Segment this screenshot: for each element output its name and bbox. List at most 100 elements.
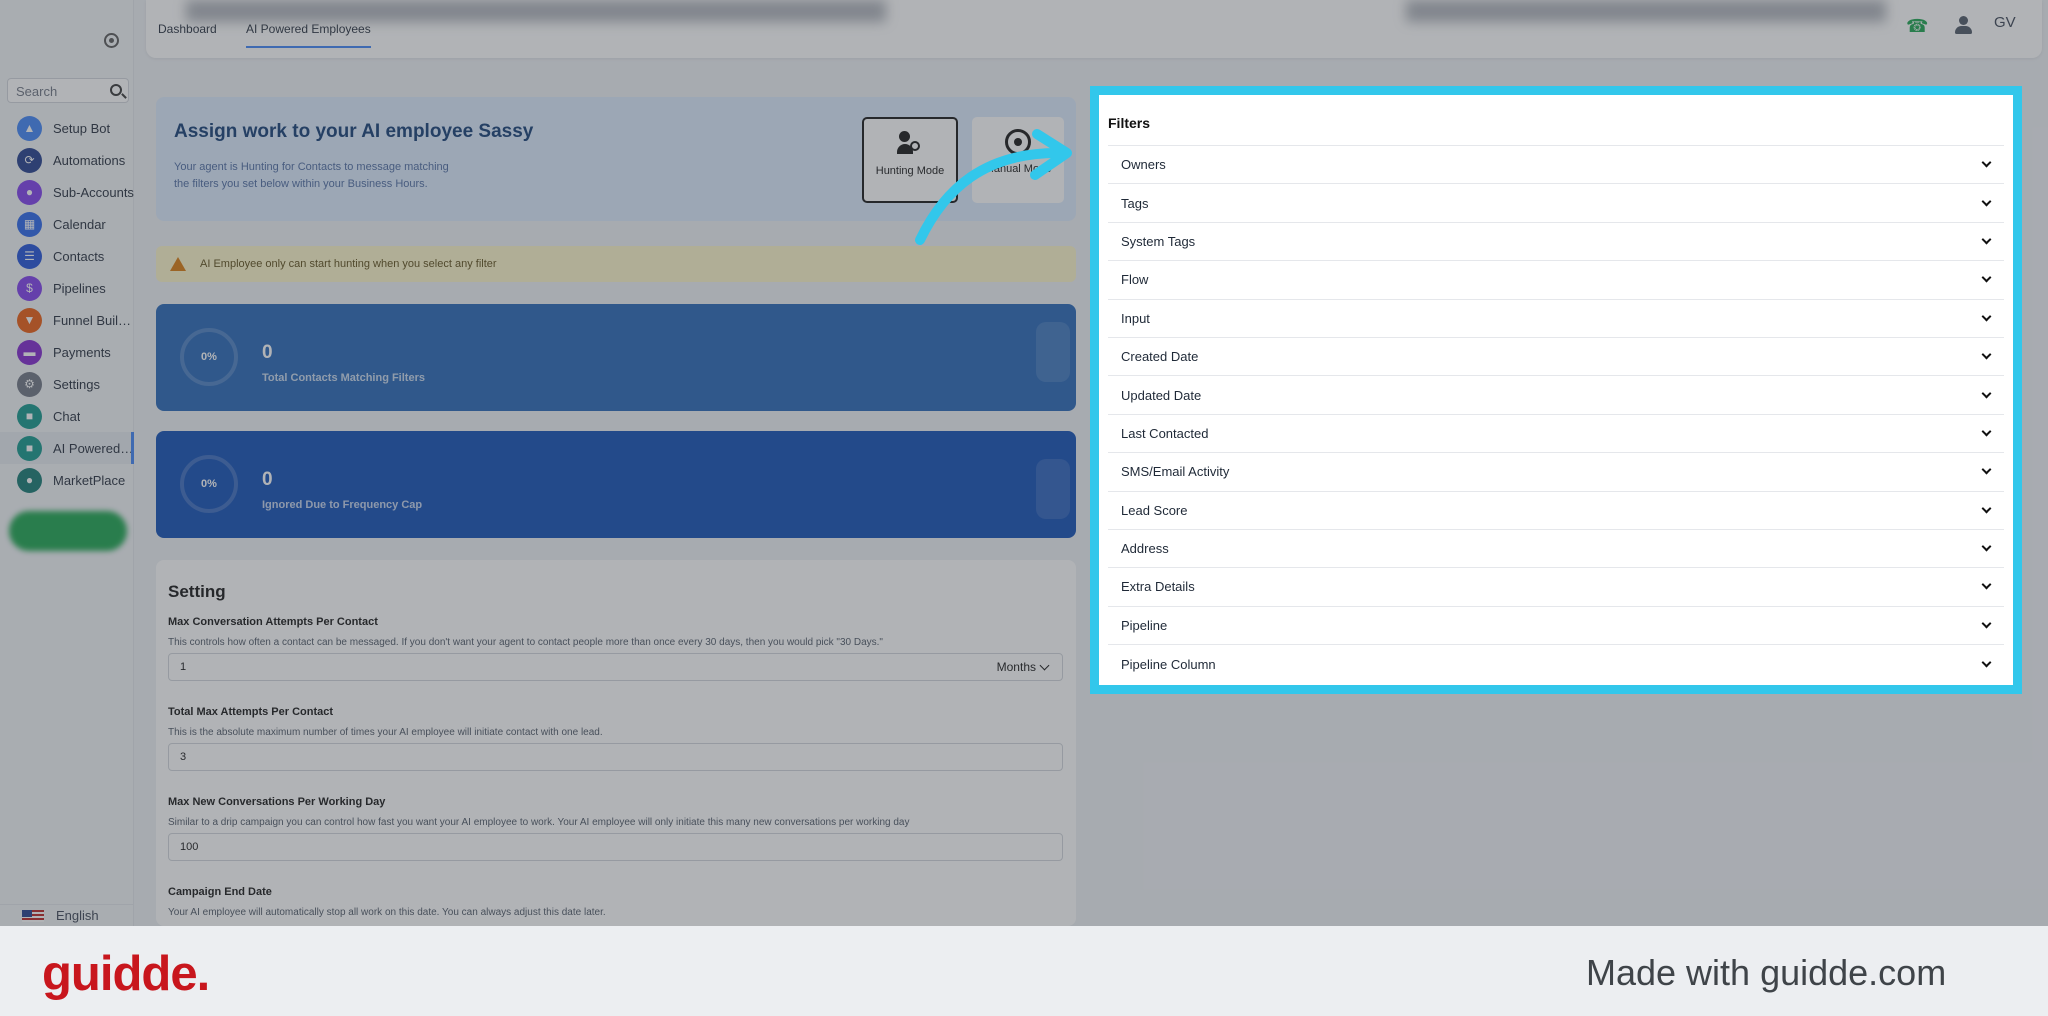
chevron-down-icon [1981, 503, 1992, 514]
sidebar-item-label: Automations [53, 152, 126, 168]
filter-extra-details[interactable]: Extra Details [1108, 568, 2004, 607]
user-icon[interactable] [1954, 16, 1972, 34]
sidebar-item-label: Funnel Builder [53, 312, 134, 328]
total-max-attempts-input[interactable]: 3 [168, 743, 1063, 771]
filter-label: Owners [1121, 157, 1166, 173]
assign-description: Your agent is Hunting for Contacts to me… [174, 159, 474, 193]
max-attempts-input[interactable]: 1 Months [168, 653, 1063, 681]
sidebar-item-automations[interactable]: ⟳ Automations [0, 144, 134, 176]
filter-lead-score[interactable]: Lead Score [1108, 492, 2004, 530]
tab-ai-powered-employees[interactable]: AI Powered Employees [246, 22, 371, 48]
footer-bar: guidde. Made with guidde.com [0, 926, 2048, 1016]
sidebar-item-calendar[interactable]: ▦ Calendar [0, 208, 134, 240]
filter-label: Pipeline [1121, 617, 1168, 633]
language-label: English [56, 908, 99, 923]
filter-last-contacted[interactable]: Last Contacted [1108, 415, 2004, 454]
field-label: Max New Conversations Per Working Day [168, 796, 386, 808]
sidebar-item-ai-powered-employees[interactable]: ■ AI Powered Employees [0, 432, 134, 464]
sidebar-item-label: Chat [53, 408, 81, 424]
percent-ring: 0% [180, 328, 238, 386]
chevron-down-icon [1981, 388, 1992, 398]
filter-updated-date[interactable]: Updated Date [1108, 376, 2004, 415]
guidde-logo: guidde. [42, 947, 210, 1001]
filter-pipeline[interactable]: Pipeline [1108, 607, 2004, 646]
search-icon[interactable] [110, 84, 122, 96]
assign-title: Assign work to your AI employee Sassy [174, 121, 534, 142]
field-help: Similar to a drip campaign you can contr… [168, 817, 910, 828]
filter-label: Created Date [1121, 349, 1199, 365]
sidebar-nav: ▲ Setup Bot ⟳ Automations ● Sub-Accounts… [0, 112, 134, 496]
filters-title: Filters [1108, 115, 1151, 131]
chat-icon: ■ [17, 403, 42, 429]
sidebar-item-label: Pipelines [53, 280, 106, 296]
automation-icon: ⟳ [17, 147, 42, 173]
months-select[interactable]: Months [997, 660, 1050, 674]
sidebar-item-label: Sub-Accounts [53, 184, 134, 200]
filter-flow[interactable]: Flow [1108, 261, 2004, 300]
filter-tags[interactable]: Tags [1108, 184, 2004, 223]
funnel-icon: ▼ [17, 307, 42, 333]
filter-label: Extra Details [1121, 579, 1195, 595]
sidebar-item-setup-bot[interactable]: ▲ Setup Bot [0, 112, 134, 144]
filter-address[interactable]: Address [1108, 530, 2004, 569]
chevron-down-icon [1981, 157, 1992, 168]
stat-card-ignored: 0% 0 Ignored Due to Frequency Cap [156, 431, 1076, 538]
sidebar-item-sub-accounts[interactable]: ● Sub-Accounts [0, 176, 134, 208]
filters-list: Owners Tags System Tags Flow Input Creat… [1108, 145, 2004, 683]
input-value: 3 [180, 751, 187, 763]
sidebar-item-label: Calendar [53, 216, 106, 232]
sidebar-search-input[interactable]: Search [7, 78, 129, 103]
avatar[interactable]: GV [1994, 14, 2022, 38]
input-value: 1 [180, 661, 187, 673]
filter-pipeline-column[interactable]: Pipeline Column [1108, 645, 2004, 683]
chevron-down-icon [1981, 657, 1992, 668]
sidebar-item-label: Payments [53, 344, 111, 360]
chevron-down-icon [1981, 349, 1992, 360]
chevron-down-icon [1039, 660, 1050, 671]
sidebar: Search ▲ Setup Bot ⟳ Automations ● Sub-A… [0, 0, 134, 926]
field-help: This controls how often a contact can be… [168, 637, 883, 648]
filter-created-date[interactable]: Created Date [1108, 338, 2004, 377]
ai-chat-icon: ■ [17, 435, 42, 461]
setting-title: Setting [168, 582, 226, 601]
warning-text: AI Employee only can start hunting when … [200, 258, 497, 270]
sidebar-item-settings[interactable]: ⚙ Settings [0, 368, 134, 400]
chevron-down-icon [1981, 311, 1992, 322]
filter-system-tags[interactable]: System Tags [1108, 223, 2004, 262]
sidebar-item-label: AI Powered Employees [53, 440, 134, 456]
card-icon: ▬ [17, 339, 42, 365]
filter-label: Updated Date [1121, 387, 1202, 403]
sidebar-item-payments[interactable]: ▬ Payments [0, 336, 134, 368]
filters-panel: Filters Owners Tags System Tags Flow Inp… [1090, 86, 2022, 694]
stat-card-matching: 0% 0 Total Contacts Matching Filters [156, 304, 1076, 411]
blurred-region [1406, 0, 1886, 22]
sidebar-item-pipelines[interactable]: $ Pipelines [0, 272, 134, 304]
sidebar-item-funnel-builder[interactable]: ▼ Funnel Builder [0, 304, 134, 336]
filter-label: Address [1121, 541, 1169, 557]
chevron-down-icon [1981, 541, 1992, 552]
tab-dashboard[interactable]: Dashboard [158, 22, 217, 36]
chevron-down-icon [1981, 464, 1992, 475]
dollar-icon: $ [17, 275, 42, 301]
language-selector[interactable]: English [0, 904, 134, 926]
max-new-conversations-input[interactable]: 100 [168, 833, 1063, 861]
phone-icon[interactable]: ☎ [1906, 17, 1928, 35]
field-help: This is the absolute maximum number of t… [168, 727, 603, 738]
radio-target-icon[interactable] [104, 33, 119, 48]
filter-label: Tags [1121, 195, 1149, 211]
filter-label: SMS/Email Activity [1121, 464, 1230, 480]
filter-owners[interactable]: Owners [1108, 146, 2004, 185]
stat-label: Ignored Due to Frequency Cap [262, 499, 423, 511]
sidebar-item-contacts[interactable]: ☰ Contacts [0, 240, 134, 272]
blurred-action-button[interactable] [9, 511, 127, 551]
filter-label: Input [1121, 310, 1150, 326]
decorative-shape [1036, 459, 1070, 519]
filter-input[interactable]: Input [1108, 300, 2004, 338]
filter-sms-email-activity[interactable]: SMS/Email Activity [1108, 453, 2004, 492]
setting-card: Setting Max Conversation Attempts Per Co… [156, 560, 1076, 926]
top-bar: Dashboard AI Powered Employees [146, 0, 2042, 58]
sidebar-item-chat[interactable]: ■ Chat [0, 400, 134, 432]
made-with-text: Made with guidde.com [1586, 952, 1947, 993]
sidebar-item-marketplace[interactable]: ● MarketPlace [0, 464, 134, 496]
filter-label: System Tags [1121, 233, 1196, 249]
